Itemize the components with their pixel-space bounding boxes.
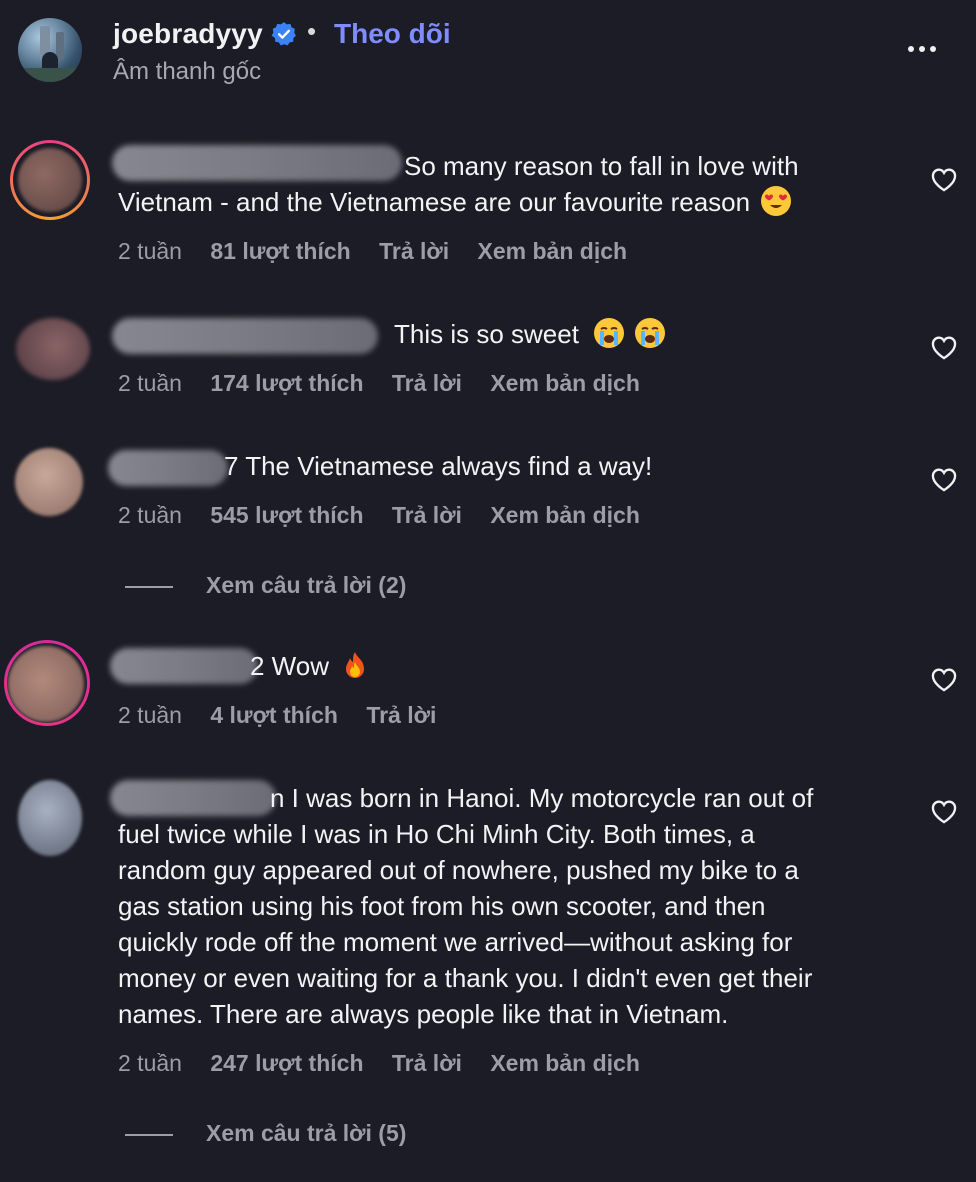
heart-outline-icon[interactable] [930,466,958,492]
comment-text: random guy appeared out of nowhere, push… [118,855,799,885]
comment-text: This is so sweet [394,316,894,352]
comment-meta: 2 tuần 81 lượt thích Trả lời Xem bản dịc… [118,238,649,265]
fire-emoji [340,650,370,680]
comment-text: names. There are always people like that… [118,999,729,1029]
comment-text: gas station using his foot from his own … [118,891,766,921]
replies-divider [125,585,173,588]
likes-count[interactable]: 247 lượt thích [210,1050,363,1076]
likes-count[interactable]: 545 lượt thích [210,502,363,528]
follow-button[interactable]: Theo dõi [334,18,451,50]
separator-dot: • [307,16,317,46]
verified-badge-icon [271,22,296,46]
comment-meta: 2 tuần 545 lượt thích Trả lời Xem bản dị… [118,502,662,529]
blurred-username [110,648,258,684]
crying-emoji [594,318,625,348]
heart-outline-icon[interactable] [930,666,958,692]
heart-outline-icon[interactable] [930,166,958,192]
reply-button[interactable]: Trả lời [366,702,436,728]
blurred-username [110,780,276,816]
crying-emoji [635,318,666,348]
commenter-avatar[interactable] [18,148,82,212]
translate-button[interactable]: Xem bản dịch [478,238,628,264]
translate-button[interactable]: Xem bản dịch [490,502,640,528]
replies-divider [125,1133,173,1136]
blurred-username [112,318,378,354]
blurred-username [108,450,228,486]
comment-time: 2 tuần [118,1050,182,1076]
commenter-avatar[interactable] [8,646,84,722]
reply-button[interactable]: Trả lời [392,502,462,528]
view-replies-button[interactable]: Xem câu trả lời (2) [125,572,406,599]
comment-time: 2 tuần [118,702,182,728]
comment-text: n I was born in Hanoi. My motorcycle ran… [270,783,814,813]
author-avatar[interactable] [18,18,82,82]
reply-button[interactable]: Trả lời [392,1050,462,1076]
author-username[interactable]: joebradyyy [113,18,263,50]
heart-eyes-emoji [761,186,792,216]
translate-button[interactable]: Xem bản dịch [490,1050,640,1076]
comment-meta: 2 tuần 247 lượt thích Trả lời Xem bản dị… [118,1050,662,1077]
reply-button[interactable]: Trả lời [379,238,449,264]
more-options-icon[interactable] [908,33,946,65]
comment-meta: 2 tuần 174 lượt thích Trả lời Xem bản dị… [118,370,662,397]
view-replies-button[interactable]: Xem câu trả lời (5) [125,1120,406,1147]
comment-meta: 2 tuần 4 lượt thích Trả lời [118,702,458,729]
comment-text: So many reason to fall in love with [404,151,799,181]
heart-outline-icon[interactable] [930,334,958,360]
likes-count[interactable]: 174 lượt thích [210,370,363,396]
commenter-avatar[interactable] [18,780,82,856]
comment-text: Vietnam - and the Vietnamese are our fav… [118,184,908,220]
commenter-avatar[interactable] [15,448,83,516]
comment-time: 2 tuần [118,502,182,528]
comment-text: 7 The Vietnamese always find a way! [224,451,653,481]
comment-text: money or even waiting for a thank you. I… [118,963,813,993]
blurred-username [112,145,402,181]
reply-button[interactable]: Trả lời [392,370,462,396]
comment-text: 2 Wow [250,648,550,684]
likes-count[interactable]: 81 lượt thích [210,238,350,264]
comment-text: quickly rode off the moment we arrived—w… [118,927,793,957]
post-header: joebradyyy • Theo dõi Âm thanh gốc [0,0,976,110]
comment-text: fuel twice while I was in Ho Chi Minh Ci… [118,819,755,849]
heart-outline-icon[interactable] [930,798,958,824]
comment-time: 2 tuần [118,370,182,396]
translate-button[interactable]: Xem bản dịch [490,370,640,396]
commenter-avatar[interactable] [16,318,90,380]
audio-label[interactable]: Âm thanh gốc [113,58,261,86]
likes-count[interactable]: 4 lượt thích [210,702,338,728]
comment-time: 2 tuần [118,238,182,264]
